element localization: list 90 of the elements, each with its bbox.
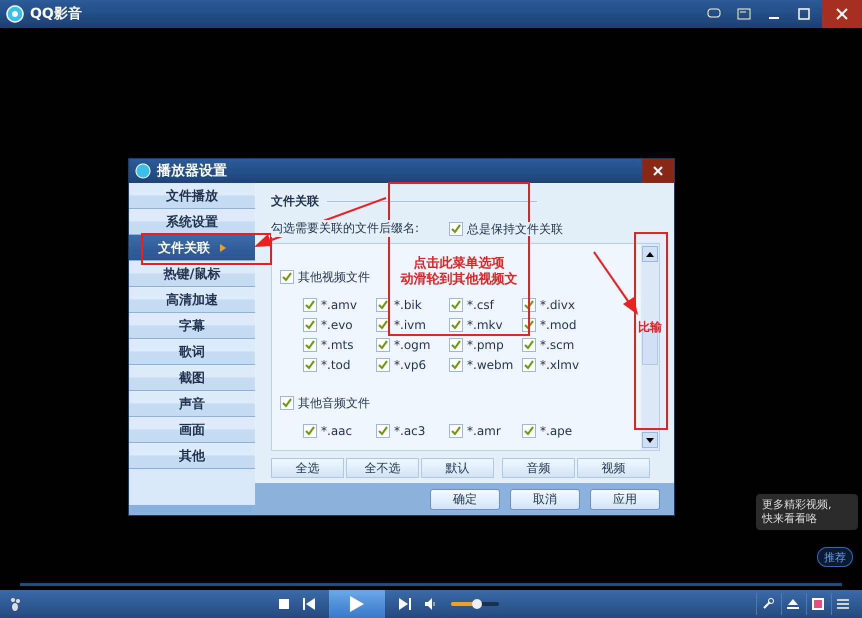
sidebar-item[interactable]: 歌词 [129,339,255,364]
checkbox[interactable] [522,338,536,352]
sidebar-item[interactable]: 高清加速 [129,287,255,312]
extension-label: *.bik [394,298,422,312]
extension-label: *.webm [467,358,514,372]
extension-label: *.vp6 [394,358,426,372]
extension-label: *.amv [321,298,357,312]
checkbox[interactable] [449,424,463,438]
checkbox[interactable] [449,222,464,236]
app-logo-icon [135,163,151,179]
extension-label: *.mod [540,318,576,332]
annotation-text: 动滑轮到其他视频文 [400,272,518,288]
checkbox[interactable] [449,338,463,352]
extension-label: *.tod [321,358,350,372]
checkbox[interactable] [303,424,317,438]
extension-label: *.evo [321,318,353,332]
footprint-icon[interactable] [8,596,22,612]
recommend-button[interactable]: 推荐 [817,547,853,567]
list-button[interactable]: 默认 [421,458,494,478]
list-button[interactable]: 音频 [502,458,575,478]
group-label: 其他音频文件 [298,396,370,410]
sidebar-item[interactable]: 文件播放 [129,183,255,208]
next-icon[interactable] [399,598,411,610]
checkbox[interactable] [280,270,294,284]
checkbox[interactable] [303,358,317,372]
bubble-text: 快来看看咯 [762,512,818,526]
dialog-title: 播放器设置 [157,162,228,180]
checkbox[interactable] [303,338,317,352]
close-button[interactable] [642,159,674,183]
sidebar-item[interactable]: 声音 [129,391,255,416]
arrow-drawing [592,250,640,316]
extension-label: *.ac3 [394,424,426,438]
bubble-text: 更多精彩视频, [762,498,832,512]
footer-button[interactable]: 取消 [510,488,580,510]
close-button[interactable] [822,0,862,28]
checkbox[interactable] [449,358,463,372]
sidebar-item[interactable]: 字幕 [129,313,255,338]
checkbox[interactable] [303,318,317,332]
extension-label: *.ogm [394,338,430,352]
checkbox[interactable] [280,396,294,410]
checkbox[interactable] [449,298,463,312]
footer-button[interactable]: 应用 [590,488,660,510]
checkbox-label: 总是保持文件关联 [467,222,564,236]
volume-slider[interactable] [451,602,499,606]
list-button[interactable]: 全不选 [346,458,419,478]
previous-icon[interactable] [303,598,315,610]
extension-label: *.divx [540,298,575,312]
extension-label: *.ivm [394,318,426,332]
volume-icon[interactable] [425,598,437,610]
play-button[interactable] [329,590,385,618]
section-title: 文件关联 [271,193,319,210]
extension-label: *.amr [467,424,501,438]
annotation-text: 比输 [638,320,662,334]
sidebar-item[interactable]: 系统设置 [129,209,255,234]
window-title: QQ影音 [30,5,83,23]
sidebar-item[interactable]: 截图 [129,365,255,390]
group-label: 其他视频文件 [298,270,370,284]
extension-label: *.xlmv [540,358,580,372]
hint-text: 勾选需要关联的文件后缀名: [271,220,420,237]
checkbox[interactable] [303,298,317,312]
seek-bar[interactable] [20,582,842,586]
extension-label: *.scm [540,338,574,352]
scroll-down-icon[interactable] [642,432,658,448]
close-icon [836,8,848,20]
extension-label: *.aac [321,424,352,438]
checkbox[interactable] [376,358,390,372]
checkbox[interactable] [376,424,390,438]
list-button[interactable]: 全选 [271,458,344,478]
extension-label: *.ape [540,424,572,438]
checkbox[interactable] [376,338,390,352]
sidebar-item[interactable]: 热键/鼠标 [129,261,255,286]
extension-label: *.csf [467,298,494,312]
app-logo-icon [6,5,24,23]
volume-thumb[interactable] [472,599,482,609]
list-button[interactable]: 视频 [577,458,650,478]
checkbox[interactable] [522,358,536,372]
play-icon [350,596,364,612]
footer-button[interactable]: 确定 [430,488,500,510]
sidebar-item[interactable]: 文件关联 [129,235,255,260]
scroll-up-icon[interactable] [642,246,658,262]
annotation-text: 点击此菜单选项 [414,256,504,272]
sidebar-item[interactable]: 画面 [129,417,255,442]
triangle-icon [220,244,226,252]
extension-label: *.mts [321,338,354,352]
extension-label: *.pmp [467,338,504,352]
sidebar-item[interactable]: 其他 [129,443,255,468]
close-icon [653,166,663,176]
checkbox[interactable] [522,424,536,438]
extension-label: *.mkv [467,318,503,332]
checkbox[interactable] [449,318,463,332]
